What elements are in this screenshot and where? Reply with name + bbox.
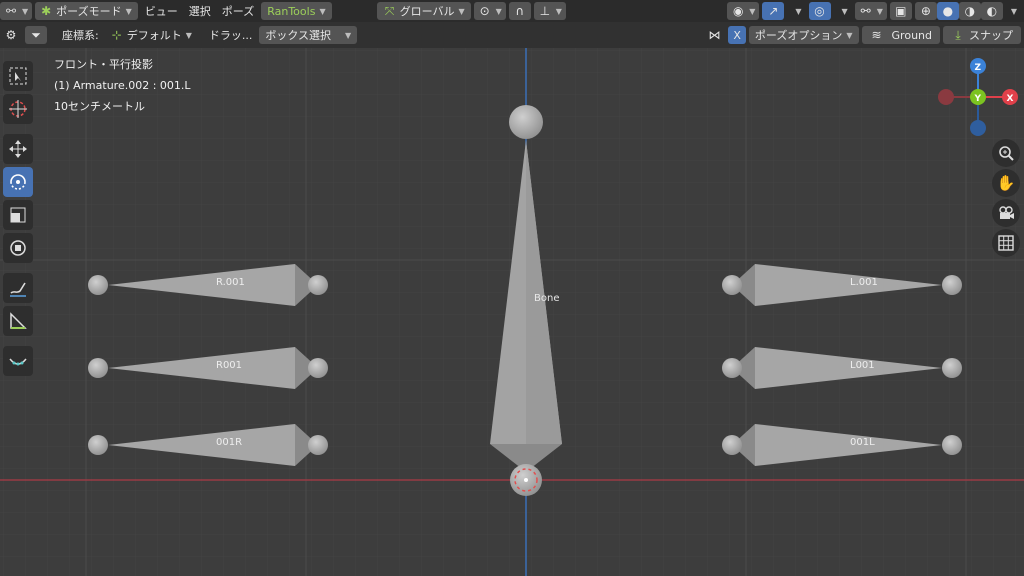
3d-viewport[interactable]: Bone R.001 R001 001R L.001 L001 001L Z Y… bbox=[0, 48, 1024, 576]
scale-tool[interactable] bbox=[3, 200, 33, 230]
top-header: ⚯ ▼ ✱ ポーズモード ▼ ビュー 選択 ポーズ RanTools ▼ ⤧ グロー… bbox=[0, 0, 1024, 22]
eye-icon: ◉ bbox=[732, 4, 744, 18]
mode-label: ポーズモード bbox=[56, 5, 122, 18]
pivot-icon: ⊙ bbox=[479, 4, 490, 18]
relax-tool[interactable] bbox=[3, 346, 33, 376]
grid-icon bbox=[998, 235, 1014, 251]
shading-wireframe[interactable]: ⊕ bbox=[914, 2, 937, 20]
snap-target-dropdown[interactable]: ⊥ ▼ bbox=[533, 2, 566, 20]
snap-increment-icon: ⊥ bbox=[539, 4, 551, 18]
wireframe-icon: ⊕ bbox=[920, 4, 931, 18]
editor-type-dropdown[interactable]: ⚯ ▼ bbox=[0, 2, 33, 20]
bone-label-center: Bone bbox=[534, 293, 559, 304]
cursor-icon bbox=[9, 100, 27, 118]
magnet-icon: ∩ bbox=[515, 4, 525, 18]
menu-select[interactable]: 選択 bbox=[185, 2, 215, 20]
object-info: (1) Armature.002 : 001.L bbox=[54, 79, 191, 92]
rendered-icon: ◐ bbox=[986, 4, 998, 18]
transform-orientation-dropdown[interactable]: ⤧ グローバル ▼ bbox=[376, 2, 471, 20]
coord-icon: ⊹ bbox=[111, 28, 122, 42]
overlay-toggle[interactable]: ◎ bbox=[808, 2, 831, 20]
snap-button[interactable]: ⤓ スナップ bbox=[943, 26, 1021, 44]
rantools-dropdown[interactable]: RanTools ▼ bbox=[261, 2, 332, 20]
select-box-icon bbox=[9, 67, 27, 85]
tool-shelf bbox=[0, 58, 36, 379]
svg-text:L001: L001 bbox=[850, 360, 875, 371]
svg-text:001L: 001L bbox=[850, 437, 875, 448]
menu-view[interactable]: ビュー bbox=[141, 2, 182, 20]
tool-settings-header: ⚙ ⏷ 座標系: ⊹ デフォルト ▼ ドラッ... ボックス選択 ▼ ⋈ X ポー… bbox=[0, 22, 1024, 48]
rotate-tool[interactable] bbox=[3, 167, 33, 197]
ruler-icon bbox=[10, 312, 27, 329]
filter-button[interactable]: ⏷ bbox=[25, 26, 47, 44]
svg-text:001R: 001R bbox=[216, 437, 242, 448]
zoom-icon bbox=[999, 146, 1014, 161]
pencil-icon bbox=[10, 282, 26, 297]
transform-tool[interactable] bbox=[3, 233, 33, 263]
view-name: フロント・平行投影 bbox=[54, 58, 153, 71]
gizmo-icon: ↗ bbox=[768, 4, 779, 18]
gear-icon: ⚙ bbox=[5, 28, 17, 42]
butterfly-icon: ⋈ bbox=[708, 28, 721, 42]
gizmo-toggle[interactable]: ↗ bbox=[762, 2, 785, 20]
relax-icon bbox=[9, 358, 27, 366]
transform-icon bbox=[10, 240, 26, 256]
material-icon: ◑ bbox=[964, 4, 976, 18]
measure-tool[interactable] bbox=[3, 306, 33, 336]
select-box-tool[interactable] bbox=[3, 61, 33, 91]
hand-icon: ✋ bbox=[996, 174, 1016, 192]
ground-icon: ≋ bbox=[871, 28, 882, 42]
pivot-point-dropdown[interactable]: ⊙ ▼ bbox=[473, 2, 506, 20]
mirror-icon-wrap: ⋈ bbox=[703, 26, 725, 44]
gizmo-z-label: Z bbox=[975, 63, 982, 73]
snap-toggle[interactable]: ∩ bbox=[508, 2, 531, 20]
armature-icon: ⚯ bbox=[5, 4, 17, 18]
scale-info: 10センチメートル bbox=[54, 100, 145, 113]
overlay-icon: ◎ bbox=[814, 4, 825, 18]
rotate-icon bbox=[10, 174, 26, 190]
gizmo-dropdown[interactable]: ▼ bbox=[787, 2, 805, 20]
ground-button[interactable]: ≋ Ground bbox=[861, 26, 940, 44]
pose-mode-icon: ✱ bbox=[41, 4, 52, 18]
shading-dropdown[interactable]: ▼ bbox=[1003, 2, 1021, 20]
svg-text:R.001: R.001 bbox=[216, 277, 245, 288]
overlay-dropdown[interactable]: ▼ bbox=[834, 2, 852, 20]
shading-rendered[interactable]: ◐ bbox=[980, 2, 1003, 20]
shading-solid[interactable]: ● bbox=[936, 2, 959, 20]
x-mirror-toggle[interactable]: X bbox=[728, 26, 746, 44]
pan-button[interactable]: ✋ bbox=[992, 169, 1020, 197]
coord-label: 座標系: bbox=[62, 29, 99, 42]
menu-pose[interactable]: ポーズ bbox=[218, 2, 258, 20]
tool-settings-toggle[interactable]: ⚙ bbox=[0, 26, 22, 44]
solid-icon: ● bbox=[942, 4, 954, 18]
shading-material[interactable]: ◑ bbox=[958, 2, 981, 20]
cursor-tool[interactable] bbox=[3, 94, 33, 124]
gizmo-x-label: X bbox=[1007, 94, 1014, 104]
svg-text:L.001: L.001 bbox=[850, 277, 878, 288]
select-mode-dropdown[interactable]: ボックス選択 ▼ bbox=[259, 26, 358, 44]
scale-icon bbox=[10, 207, 26, 223]
viewport-info: フロント・平行投影 (1) Armature.002 : 001.L 10センチ… bbox=[54, 54, 191, 117]
annotate-tool[interactable] bbox=[3, 273, 33, 303]
camera-view-button[interactable] bbox=[992, 199, 1020, 227]
coord-system-dropdown[interactable]: ⊹ デフォルト ▼ bbox=[106, 26, 196, 44]
orientation-icon: ⤧ bbox=[384, 3, 395, 18]
svg-text:R001: R001 bbox=[216, 360, 242, 371]
camera-icon bbox=[999, 206, 1014, 219]
bone-overlay-icon: ⚯ bbox=[860, 4, 871, 18]
visibility-dropdown[interactable]: ◉ ▼ bbox=[727, 2, 760, 20]
ortho-toggle-button[interactable] bbox=[992, 229, 1020, 257]
drag-label: ドラッ... bbox=[208, 29, 253, 42]
zoom-button[interactable] bbox=[992, 139, 1020, 167]
gizmo-y-label: Y bbox=[974, 94, 982, 104]
xray-icon: ▣ bbox=[895, 4, 907, 18]
bone-overlay-toggle[interactable]: ⚯ ▼ bbox=[854, 2, 887, 20]
filter-icon: ⏷ bbox=[31, 27, 41, 42]
mode-dropdown[interactable]: ✱ ポーズモード ▼ bbox=[35, 2, 138, 20]
snap-down-icon: ⤓ bbox=[955, 27, 961, 42]
xray-toggle[interactable]: ▣ bbox=[889, 2, 912, 20]
move-tool[interactable] bbox=[3, 134, 33, 164]
move-icon bbox=[9, 140, 27, 158]
pose-options-dropdown[interactable]: ポーズオプション ▼ bbox=[748, 26, 859, 44]
